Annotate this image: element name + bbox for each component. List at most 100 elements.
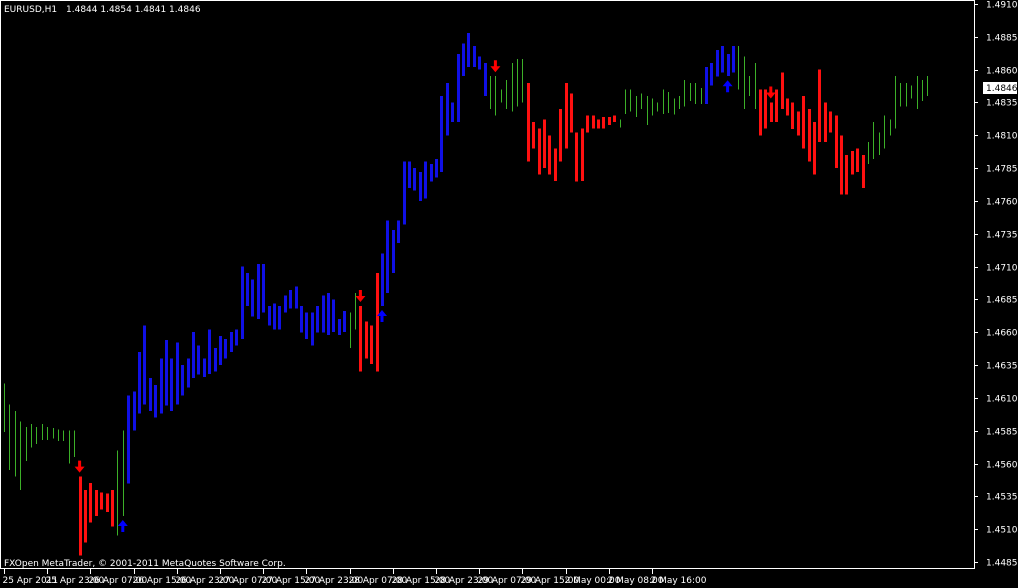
bear-bar: [554, 148, 557, 182]
current-price-text: 1.4846: [986, 84, 1018, 94]
neutral-bar: [641, 93, 642, 110]
neutral-bar: [517, 59, 518, 107]
bull-bar: [149, 378, 152, 411]
bull-bar: [705, 67, 708, 104]
neutral-bar: [74, 430, 75, 457]
bull-bar: [251, 279, 254, 317]
neutral-bar: [20, 421, 21, 490]
bull-bar: [246, 273, 249, 306]
bull-bar: [316, 306, 319, 333]
neutral-bar: [42, 424, 43, 440]
neutral-bar: [53, 428, 54, 439]
bull-bar: [138, 351, 141, 414]
neutral-bar: [927, 76, 928, 96]
bear-bar: [79, 476, 82, 556]
bull-bar: [403, 161, 406, 225]
neutral-bar: [522, 59, 523, 103]
neutral-bar: [738, 46, 739, 90]
bear-bar: [532, 122, 535, 149]
bear-bar: [797, 111, 800, 136]
bear-bar: [802, 95, 805, 149]
neutral-bar: [879, 132, 880, 155]
bull-bar: [257, 264, 260, 320]
neutral-bar: [884, 115, 885, 149]
bull-bar: [181, 365, 184, 396]
bear-bar: [543, 119, 546, 169]
bull-bar: [727, 53, 730, 77]
bear-bar: [565, 82, 568, 149]
neutral-bar: [26, 426, 27, 461]
bull-bar: [327, 292, 330, 335]
bull-bar: [311, 312, 314, 346]
price-tick-label: 1.4735: [986, 231, 1018, 241]
neutral-bar: [922, 80, 923, 102]
neutral-bar: [755, 63, 756, 110]
neutral-bar: [674, 98, 675, 115]
neutral-bar: [63, 430, 64, 442]
bull-bar: [386, 220, 389, 293]
bear-bar: [527, 82, 530, 162]
neutral-bar: [679, 95, 680, 109]
neutral-bar: [58, 429, 59, 442]
bear-bar: [829, 111, 832, 133]
bear-bar: [559, 109, 562, 162]
bear-bar: [570, 93, 573, 133]
bear-bar: [775, 89, 778, 123]
neutral-bar: [917, 76, 918, 109]
bull-bar: [462, 43, 465, 77]
bull-bar: [413, 168, 416, 191]
neutral-bar: [512, 63, 513, 112]
bear-bar: [592, 115, 595, 129]
bear-bar: [359, 306, 362, 372]
neutral-bar: [501, 89, 502, 103]
neutral-bar: [906, 82, 907, 107]
neutral-bar: [15, 411, 16, 477]
neutral-bar: [890, 119, 891, 136]
neutral-bar: [4, 383, 5, 432]
bull-bar: [219, 336, 222, 366]
bear-bar: [106, 493, 109, 513]
bear-bar: [770, 102, 773, 123]
price-tick-label: 1.4535: [986, 493, 1018, 503]
bear-bar: [581, 128, 584, 182]
bull-bar: [305, 312, 308, 339]
bull-bar: [322, 295, 325, 333]
price-chart[interactable]: 1.4910 1.4885 1.4860 1.4835 1.4810 1.4785 1.47…: [0, 0, 1018, 588]
price-tick-label: 1.4760: [986, 198, 1018, 208]
neutral-bar: [636, 95, 637, 117]
bull-bar: [187, 358, 190, 388]
bull-bar: [160, 358, 163, 414]
neutral-bar: [900, 82, 901, 107]
price-tick-label: 1.4910: [986, 1, 1018, 11]
bull-bar: [268, 306, 271, 326]
bull-bar: [424, 161, 427, 199]
bear-bar: [856, 148, 859, 172]
bull-bar: [721, 46, 724, 73]
bear-bar: [818, 69, 821, 142]
bear-bar: [538, 128, 541, 175]
bull-bar: [300, 306, 303, 333]
bear-bar: [781, 72, 784, 110]
neutral-bar: [9, 404, 10, 470]
bull-bar: [165, 340, 168, 406]
price-tick-label: 1.4710: [986, 264, 1018, 274]
bull-bar: [208, 329, 211, 375]
neutral-bar: [31, 424, 32, 448]
price-tick-label: 1.4810: [986, 132, 1018, 142]
bull-bar: [127, 395, 130, 484]
bull-bar: [478, 56, 481, 70]
bear-bar: [862, 155, 865, 188]
bear-bar: [764, 89, 767, 129]
bull-bar: [154, 384, 157, 418]
neutral-bar: [684, 80, 685, 107]
bear-bar: [376, 273, 379, 372]
neutral-bar: [668, 92, 669, 113]
bull-bar: [170, 358, 173, 411]
bear-bar: [575, 132, 578, 182]
bull-bar: [451, 102, 454, 123]
price-tick-label: 1.4635: [986, 362, 1018, 372]
bear-bar: [851, 151, 854, 175]
bull-bar: [143, 325, 146, 405]
price-tick-label: 1.4785: [986, 165, 1018, 175]
neutral-bar: [690, 82, 691, 102]
